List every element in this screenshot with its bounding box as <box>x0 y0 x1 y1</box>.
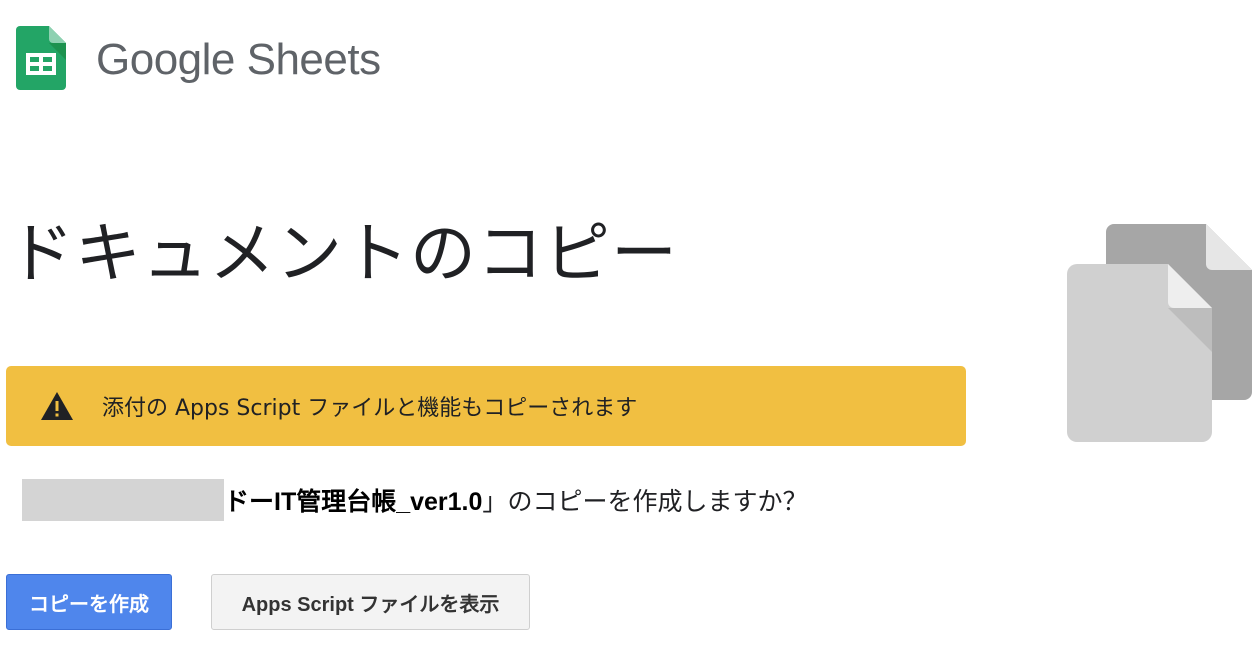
view-apps-script-button[interactable]: Apps Script ファイルを表示 <box>211 574 530 630</box>
make-copy-button[interactable]: コピーを作成 <box>6 574 172 630</box>
redacted-text <box>22 479 224 521</box>
warning-text: 添付の Apps Script ファイルと機能もコピーされます <box>102 396 638 421</box>
apps-script-warning-banner: 添付の Apps Script ファイルと機能もコピーされます <box>6 366 966 446</box>
page-title: ドキュメントのコピー <box>8 215 678 292</box>
closing-quote: 」 <box>482 487 508 516</box>
google-sheets-logo <box>16 26 66 90</box>
warning-icon <box>41 392 73 420</box>
google-sheets-icon <box>16 26 66 90</box>
document-name: ドーIT管理台帳_ver1.0 <box>224 488 483 516</box>
copy-question: ドーIT管理台帳_ver1.0 」 のコピーを作成しますか？ <box>22 478 807 522</box>
brand-name: Google Sheets <box>96 35 381 84</box>
copy-document-page: Google Sheets ドキュメントのコピー 添付の Apps Script… <box>0 0 1260 648</box>
question-text: のコピーを作成しますか？ <box>507 487 808 516</box>
copy-documents-icon <box>1067 224 1252 442</box>
